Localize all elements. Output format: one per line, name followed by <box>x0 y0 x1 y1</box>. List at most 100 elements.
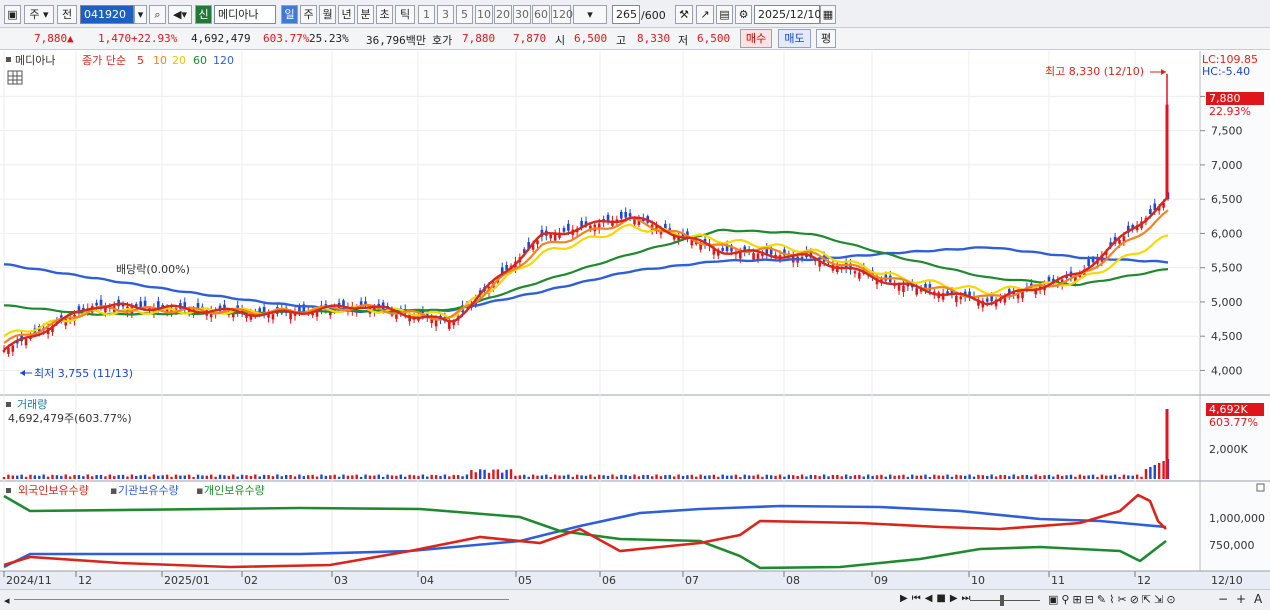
interval-1[interactable]: 1 <box>418 5 435 24</box>
volume-bar <box>271 476 275 479</box>
volume-bar <box>946 474 949 479</box>
zoom-slider[interactable] <box>970 593 1040 607</box>
tab-year[interactable]: 년 <box>338 5 355 24</box>
volume-bar <box>90 476 94 479</box>
candle-body <box>1165 104 1169 200</box>
window-icon[interactable]: ▣ <box>4 5 21 24</box>
volume-bar <box>443 474 447 479</box>
legend-ma-120: 120 <box>213 54 234 67</box>
x-axis-label: 05 <box>518 574 532 587</box>
volume-bar <box>986 475 989 479</box>
volume-bar <box>399 474 403 479</box>
volume-bar <box>1153 465 1156 479</box>
interval-dropdown[interactable]: ▾ <box>573 5 607 24</box>
tab-second[interactable]: 초 <box>376 5 393 24</box>
volume-bar <box>805 476 808 479</box>
volume-bar <box>143 474 147 479</box>
zoom-in-icon[interactable]: + <box>1236 592 1246 606</box>
volume-bar <box>642 474 645 479</box>
count-input[interactable]: 265 <box>612 5 640 24</box>
tab-tick[interactable]: 틱 <box>395 5 415 24</box>
tab-minute[interactable]: 분 <box>357 5 374 24</box>
volume-bar <box>611 474 614 479</box>
legend-foreign-holding: 외국인보유수량 <box>18 484 89 497</box>
volume-bar <box>725 475 729 479</box>
volume-bar <box>430 474 433 479</box>
volume-bar <box>1074 476 1077 479</box>
auto-scale-icon[interactable]: A <box>1254 592 1262 606</box>
volume-value: 4,692,479주(603.77%) <box>8 412 132 425</box>
interval-3[interactable]: 3 <box>437 5 454 24</box>
volume-bar <box>351 475 354 479</box>
current-price: 7,880 <box>34 32 68 45</box>
price-tick-label: 6,500 <box>1211 193 1243 206</box>
high-label: 고 <box>616 34 627 47</box>
volume-bar <box>990 474 993 479</box>
volume-bar <box>86 474 89 479</box>
scroll-left-icon[interactable]: ◂ <box>4 594 10 607</box>
volume-bar <box>77 475 81 479</box>
volume-bar <box>893 475 896 479</box>
volume-bar <box>1118 476 1121 479</box>
candle-body <box>985 298 989 302</box>
price-chart[interactable]: 8,0007,5007,0006,5006,0005,5005,0004,500… <box>0 51 1270 589</box>
high-annotation: 최고 8,330 (12/10) <box>1045 65 1144 78</box>
volume-bar <box>126 476 129 479</box>
turnover: 25.23% <box>309 32 349 45</box>
volume-bar <box>1157 463 1161 479</box>
stock-code-input[interactable]: 041920 <box>80 5 134 24</box>
evaluate-button[interactable]: 평 <box>816 29 836 48</box>
date-input[interactable]: 2025/12/10 <box>754 5 821 24</box>
table-icon[interactable] <box>7 70 23 85</box>
volume-bar <box>121 474 125 479</box>
interval-120[interactable]: 120 <box>551 5 573 24</box>
interval-10[interactable]: 10 <box>475 5 493 24</box>
playback-controls[interactable]: ▶⏮◀■▶⏭ <box>900 593 975 604</box>
buy-button[interactable]: 매수 <box>740 29 772 48</box>
scrollbar-track[interactable] <box>14 599 509 600</box>
collapse-icon[interactable] <box>1256 483 1265 492</box>
zoom-out-icon[interactable]: − <box>1218 592 1228 606</box>
volume-bar <box>483 469 486 479</box>
volume-bar <box>412 475 416 479</box>
volume-bar <box>747 475 751 479</box>
tab-day[interactable]: 일 <box>281 5 298 24</box>
prev-button[interactable]: 전 <box>57 5 77 24</box>
high-price: 8,330 <box>637 32 671 45</box>
volume-bar <box>456 475 460 479</box>
indicator-icon[interactable]: ⚒ <box>675 5 693 24</box>
x-axis-label: 10 <box>971 574 985 587</box>
sell-button[interactable]: 매도 <box>778 29 811 48</box>
tool-icons[interactable]: ▣⚲⊞⊟✎⌇✂⊘⇱⇲⊙ <box>1048 593 1179 606</box>
volume-bar <box>267 475 270 479</box>
calendar-icon[interactable]: ▦ <box>820 5 836 24</box>
interval-20[interactable]: 20 <box>494 5 512 24</box>
save-icon[interactable]: ▤ <box>716 5 733 24</box>
period-select[interactable]: 주 ▾ <box>24 5 54 24</box>
interval-5[interactable]: 5 <box>456 5 473 24</box>
tab-month[interactable]: 월 <box>319 5 336 24</box>
search-icon[interactable]: ⌕ <box>149 5 166 24</box>
volume-bar <box>324 475 328 479</box>
volume-bar <box>280 476 283 479</box>
interval-30[interactable]: 30 <box>513 5 531 24</box>
draw-icon[interactable]: ↗ <box>696 5 714 24</box>
volume: 4,692,479 <box>191 32 251 45</box>
chevron-down-icon[interactable]: ▾ <box>134 5 147 24</box>
speaker-icon[interactable]: ◀▾ <box>168 5 192 24</box>
gear-icon[interactable]: ⚙ <box>735 5 752 24</box>
interval-60[interactable]: 60 <box>532 5 550 24</box>
chart-area[interactable]: 8,0007,5007,0006,5006,0005,5005,0004,500… <box>0 51 1270 589</box>
volume-bar <box>187 474 191 479</box>
volume-marker-icon <box>6 402 11 407</box>
stock-name-field[interactable]: 메디아나 <box>214 5 276 24</box>
volume-bar <box>628 476 632 479</box>
period-label: 주 <box>29 8 40 21</box>
holding-marker-icon <box>6 488 11 493</box>
volume-bar <box>963 475 967 479</box>
tab-week[interactable]: 주 <box>300 5 317 24</box>
volume-bar <box>95 474 98 479</box>
volume-bar <box>633 474 636 479</box>
volume-bar <box>404 476 407 479</box>
volume-bar <box>615 476 619 479</box>
